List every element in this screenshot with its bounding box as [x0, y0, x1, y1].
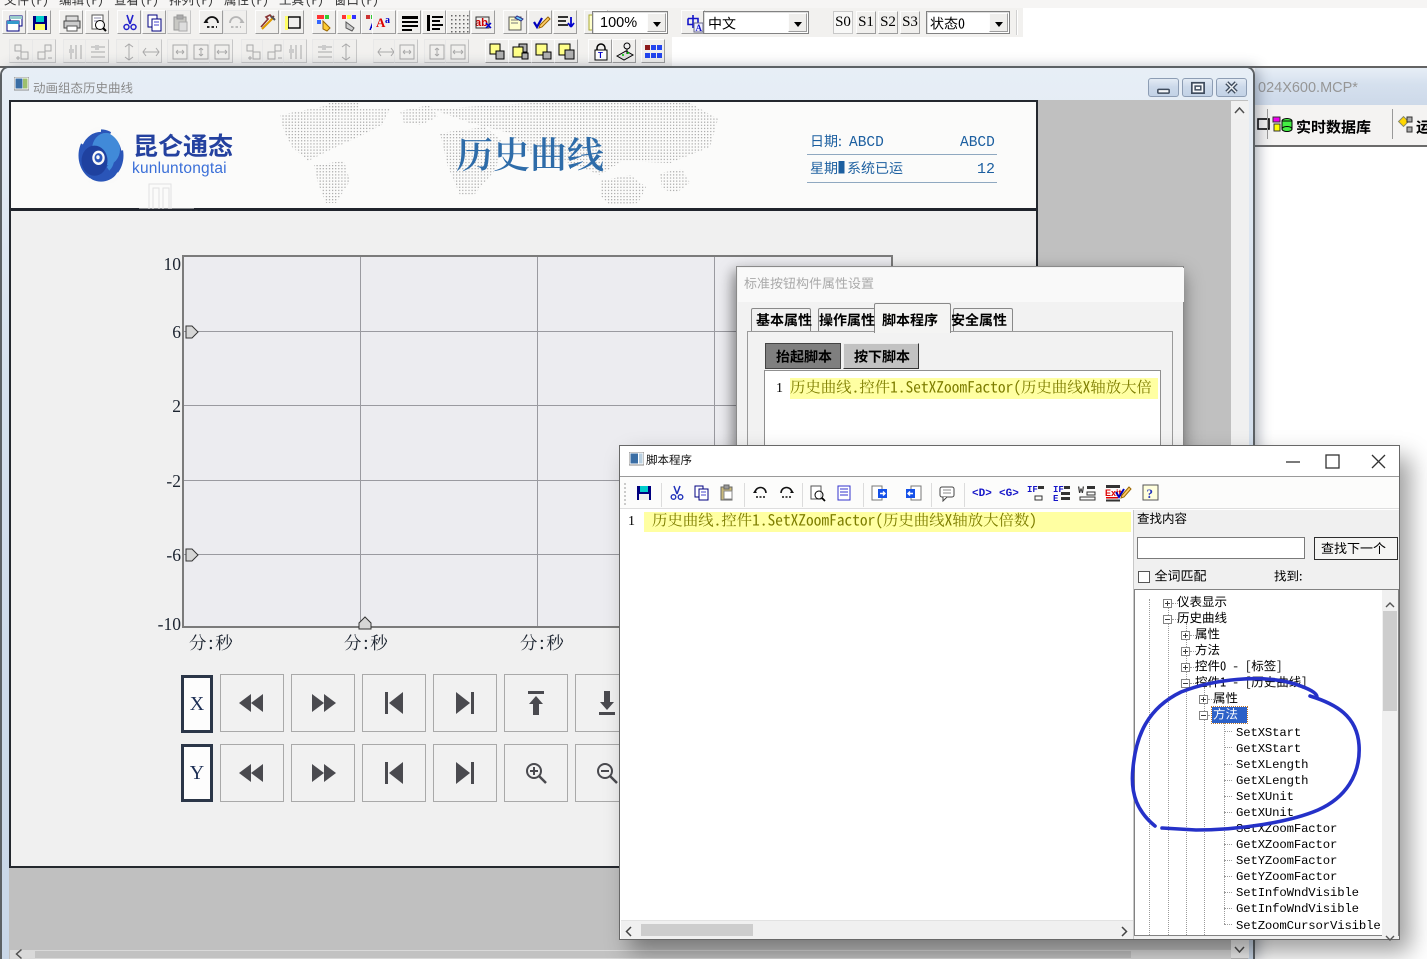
svg-text:T: T [598, 51, 603, 60]
svg-text:A: A [696, 23, 703, 33]
svg-text:E: E [1053, 494, 1059, 502]
svg-text:IF: IF [1027, 485, 1038, 495]
svg-text:W: W [1078, 486, 1084, 497]
svg-text:a: a [385, 15, 390, 26]
svg-text:?: ? [1147, 486, 1154, 501]
